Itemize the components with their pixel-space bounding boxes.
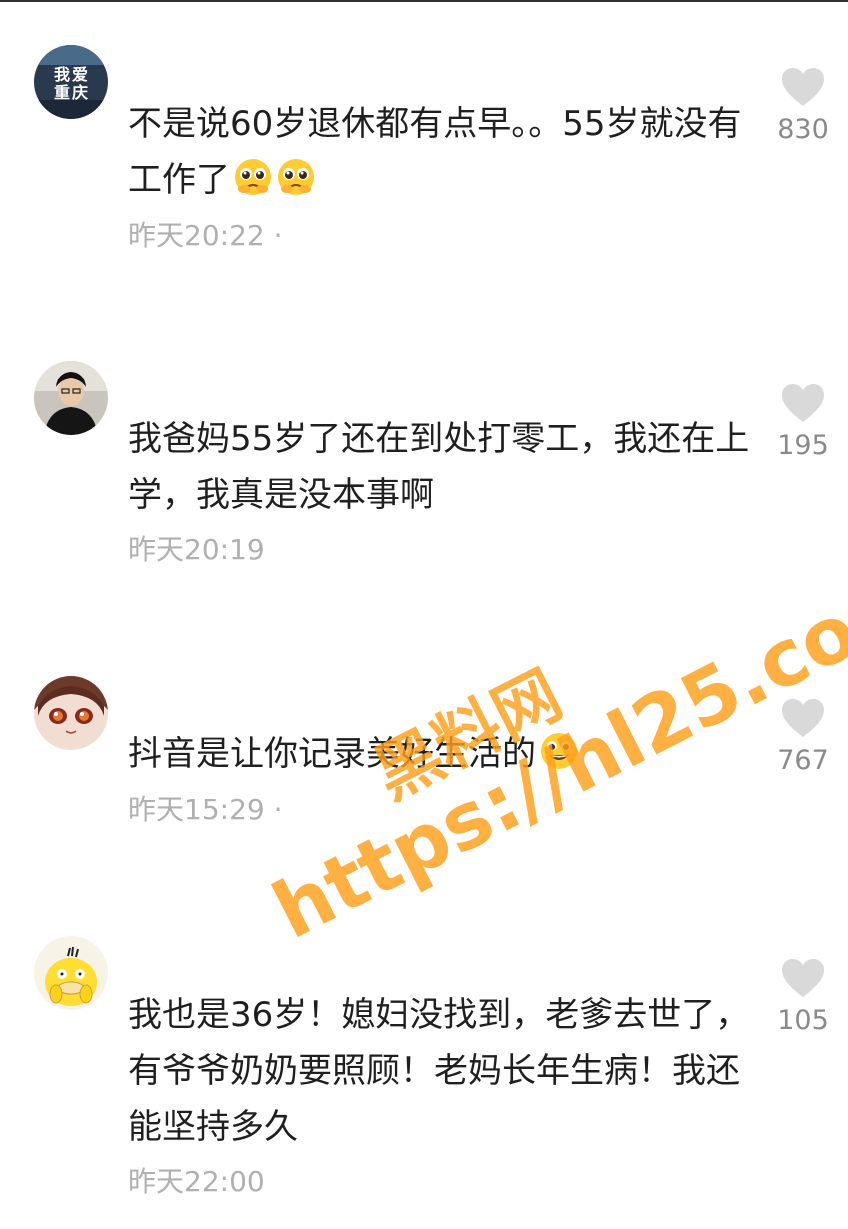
svg-text:爱: 爱 bbox=[72, 65, 88, 84]
svg-text:重: 重 bbox=[54, 83, 70, 102]
like-control[interactable]: 105 bbox=[768, 957, 838, 1036]
svg-text:庆: 庆 bbox=[71, 83, 88, 102]
heart-icon[interactable] bbox=[768, 66, 838, 108]
user-avatar[interactable]: 我 爱 重 庆 bbox=[34, 45, 108, 119]
comment-timestamp: 昨天20:22 · bbox=[128, 219, 283, 252]
user-avatar[interactable] bbox=[34, 361, 108, 435]
like-count: 195 bbox=[777, 430, 829, 461]
top-divider bbox=[0, 0, 848, 2]
comment-body: 抖音是让你记录美好生活的 bbox=[128, 734, 536, 774]
user-avatar[interactable] bbox=[34, 676, 108, 750]
like-control[interactable]: 195 bbox=[768, 382, 838, 461]
svg-text:我: 我 bbox=[54, 65, 70, 84]
comment-text: 不是说60岁退休都有点早。。55岁就没有工作了 bbox=[128, 96, 753, 208]
heart-icon[interactable] bbox=[768, 957, 838, 999]
like-count: 105 bbox=[777, 1005, 829, 1036]
like-count: 767 bbox=[777, 745, 829, 776]
comment-timestamp: 昨天20:19 bbox=[128, 533, 265, 566]
pleading-face-emoji bbox=[276, 157, 316, 197]
grinning-face-emoji bbox=[539, 731, 579, 771]
comment-body: 不是说60岁退休都有点早。。55岁就没有工作了 bbox=[128, 104, 742, 200]
comment-timestamp: 昨天22:00 bbox=[128, 1165, 265, 1198]
comment-text: 我也是36岁！媳妇没找到，老爹去世了，有爷爷奶奶要照顾！老妈长年生病！我还能坚持… bbox=[128, 987, 753, 1155]
heart-icon[interactable] bbox=[768, 697, 838, 739]
comment-timestamp: 昨天15:29 · bbox=[128, 793, 283, 826]
comment-text: 抖音是让你记录美好生活的 bbox=[128, 726, 753, 782]
user-avatar[interactable] bbox=[34, 936, 108, 1010]
pleading-face-emoji bbox=[233, 157, 273, 197]
comment-body: 我也是36岁！媳妇没找到，老爹去世了，有爷爷奶奶要照顾！老妈长年生病！我还能坚持… bbox=[128, 995, 750, 1147]
like-count: 830 bbox=[777, 114, 829, 145]
like-control[interactable]: 767 bbox=[768, 697, 838, 776]
heart-icon[interactable] bbox=[768, 382, 838, 424]
comment-body: 我爸妈55岁了还在到处打零工，我还在上学，我真是没本事啊 bbox=[128, 419, 750, 515]
comment-text: 我爸妈55岁了还在到处打零工，我还在上学，我真是没本事啊 bbox=[128, 411, 753, 523]
like-control[interactable]: 830 bbox=[768, 66, 838, 145]
